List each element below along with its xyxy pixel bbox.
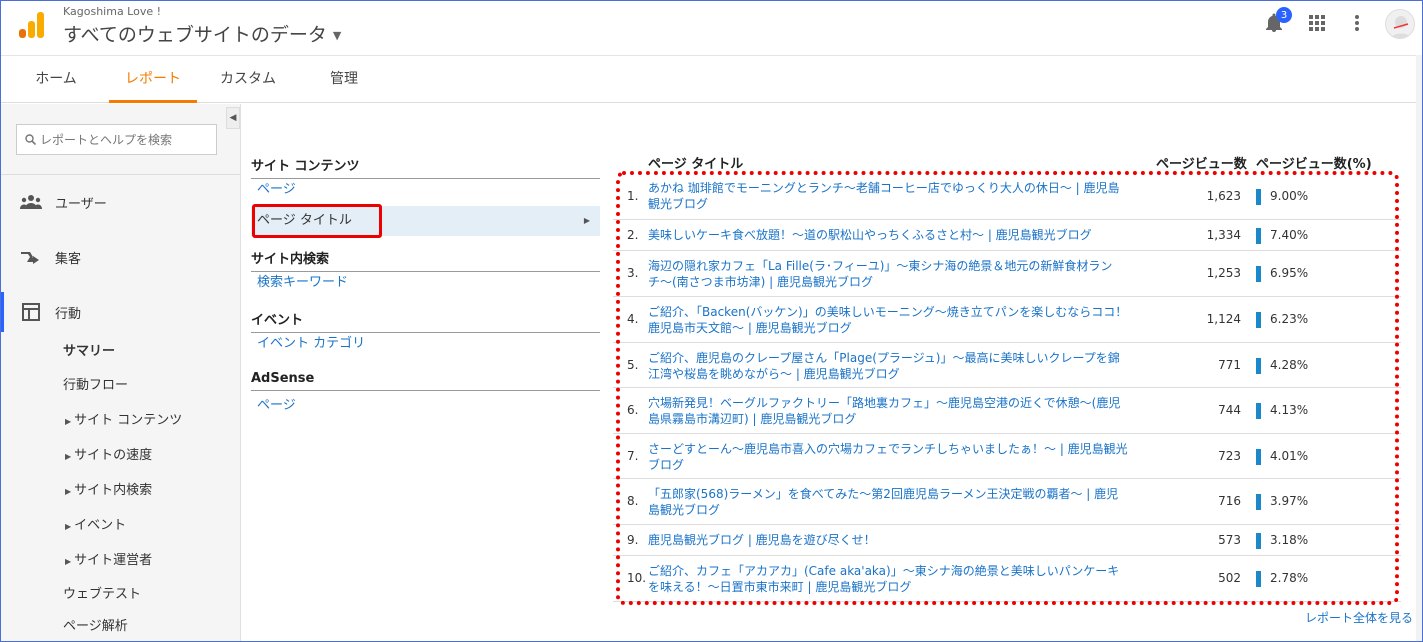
sidebar-item-users[interactable]: ユーザー (1, 182, 241, 222)
sidebar-item-site-search[interactable]: ▶ サイト内検索 (1, 479, 241, 498)
highlight-dashed-box (616, 171, 1399, 605)
link-page[interactable]: ページ (251, 175, 600, 205)
sidebar-item-in-page-analytics[interactable]: ページ解析 (1, 615, 241, 634)
link-event-category[interactable]: イベント カテゴリ (251, 329, 600, 359)
triangle-right-icon: ▶ (65, 487, 72, 496)
triangle-right-icon: ▶ (65, 557, 72, 566)
sidebar-item-label: サイト コンテンツ (74, 413, 183, 428)
sidebar-item-label: サイトの速度 (74, 448, 153, 463)
sidebar-item-label: 行動 (55, 306, 82, 322)
link-adsense-page[interactable]: ページ (251, 391, 600, 421)
view-full-report-link[interactable]: レポート全体を見る (1305, 609, 1413, 626)
apps-grid-icon (1309, 15, 1325, 31)
column-header-title: ページ タイトル (648, 157, 744, 172)
sidebar-item-label: サイト内検索 (74, 483, 153, 498)
chevron-right-icon: ▶ (583, 216, 590, 225)
notification-badge: 3 (1276, 7, 1292, 23)
tab-reports[interactable]: レポート (109, 56, 197, 103)
account-name: Kagoshima Love ! (63, 5, 162, 18)
chevron-down-icon: ▼ (332, 29, 342, 42)
collapse-sidebar-button[interactable]: ◀ (226, 107, 240, 129)
apps-grid-button[interactable] (1305, 11, 1329, 35)
sidebar-item-behavior[interactable]: 行動 (1, 292, 241, 332)
chevron-left-icon: ◀ (229, 113, 237, 123)
avatar[interactable] (1385, 9, 1415, 39)
search-input[interactable] (40, 132, 215, 147)
sidebar-item-label: サイト運営者 (74, 553, 153, 568)
tab-custom[interactable]: カスタム (206, 56, 290, 103)
sidebar-item-behavior-flow[interactable]: 行動フロー (1, 374, 241, 393)
more-vert-icon (1355, 15, 1359, 31)
sidebar-item-experiments[interactable]: ウェブテスト (1, 583, 241, 602)
behavior-icon (19, 303, 43, 321)
sidebar-item-site-content[interactable]: ▶ サイト コンテンツ (1, 409, 241, 428)
more-options-button[interactable] (1345, 11, 1369, 35)
notifications-button[interactable]: 3 (1262, 7, 1292, 35)
sidebar-divider (1, 174, 241, 175)
search-box[interactable] (16, 124, 217, 155)
sidebar-item-summary[interactable]: サマリー (1, 340, 241, 359)
page-scrollbar[interactable] (1416, 55, 1422, 641)
main-tabs: ホーム レポート カスタム 管理 (1, 55, 1422, 103)
analytics-logo[interactable] (18, 11, 46, 39)
tab-admin[interactable]: 管理 (308, 56, 380, 103)
link-search-keywords[interactable]: 検索キーワード (251, 268, 600, 298)
triangle-right-icon: ▶ (65, 452, 72, 461)
section-title: AdSense (251, 371, 600, 391)
sidebar-item-label: イベント (74, 518, 127, 533)
users-icon (19, 194, 43, 210)
acquisition-icon (19, 248, 43, 266)
sidebar-item-events[interactable]: ▶ イベント (1, 514, 241, 533)
triangle-right-icon: ▶ (65, 522, 72, 531)
sidebar-item-acquisition[interactable]: 集客 (1, 237, 241, 277)
column-header-pageviews-pct: ページビュー数(%) (1256, 157, 1372, 172)
triangle-right-icon: ▶ (65, 417, 72, 426)
sidebar-item-site-speed[interactable]: ▶ サイトの速度 (1, 444, 241, 463)
app-window: Kagoshima Love ! すべてのウェブサイトのデータ ▼ 3 ホーム レ… (0, 0, 1423, 642)
column-header-pageviews: ページビュー数 (1156, 157, 1247, 172)
sidebar-item-publisher[interactable]: ▶ サイト運営者 (1, 549, 241, 568)
table-header: ページ タイトル ページビュー数 ページビュー数(%) (613, 153, 1401, 173)
property-selector[interactable]: すべてのウェブサイトのデータ ▼ (63, 20, 341, 47)
sidebar-item-label: ユーザー (55, 196, 107, 212)
tab-home[interactable]: ホーム (16, 56, 96, 103)
app-header: Kagoshima Love ! すべてのウェブサイトのデータ ▼ 3 (1, 1, 1422, 55)
search-icon (25, 134, 36, 145)
highlight-box (252, 204, 382, 238)
sidebar: ユーザー 集客 行動 サマリー 行動フロー ▶サイト コンテンツ ▶サイトの速度… (1, 104, 241, 641)
sidebar-item-label: 集客 (55, 251, 82, 267)
property-name: すべてのウェブサイトのデータ (63, 24, 327, 46)
